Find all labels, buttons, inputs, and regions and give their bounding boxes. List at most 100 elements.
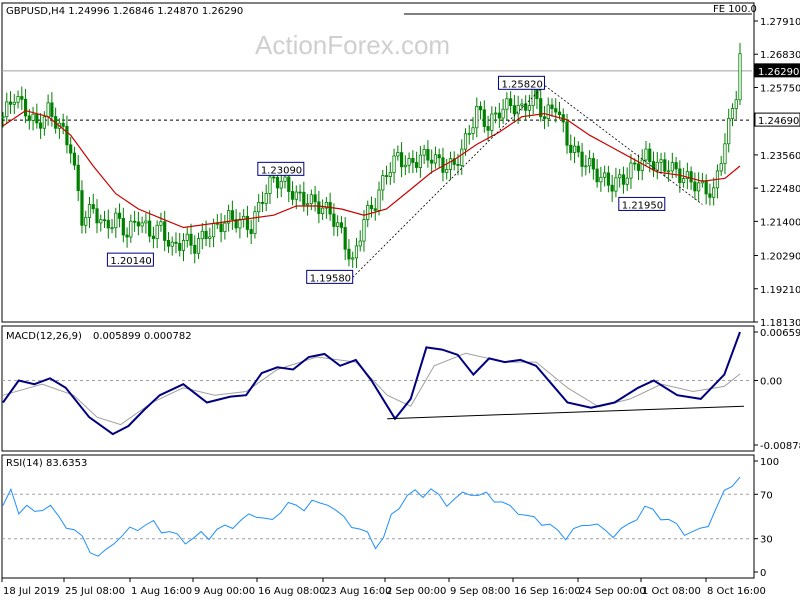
rsi-pane: 100 70 30 0 bbox=[1, 454, 779, 579]
candle-body bbox=[651, 161, 656, 171]
candle-body bbox=[584, 165, 588, 168]
candle-body bbox=[136, 221, 140, 227]
swing-label: 1.23090 bbox=[261, 165, 302, 176]
macd-values: 0.005899 0.000782 bbox=[93, 331, 192, 342]
candle-body bbox=[69, 144, 73, 154]
candle-body bbox=[114, 212, 118, 229]
candle-body bbox=[719, 163, 723, 172]
candle-body bbox=[129, 220, 133, 238]
candle-body bbox=[208, 236, 212, 239]
candle-body bbox=[369, 205, 374, 210]
candle-body bbox=[321, 207, 325, 214]
candle-body bbox=[354, 245, 359, 259]
candle-body bbox=[84, 217, 88, 226]
candle-body bbox=[347, 248, 351, 260]
candle-body bbox=[8, 101, 13, 105]
candle-body bbox=[144, 220, 148, 224]
chart: 1.27910 1.26830 1.25750 1.24690 1.23560 1.224… bbox=[1, 2, 800, 597]
candle-body bbox=[99, 219, 103, 224]
candle-body bbox=[223, 222, 227, 233]
time-tick-label: 16 Sep 16:00 bbox=[514, 586, 581, 597]
candle-body bbox=[422, 149, 426, 156]
time-tick-label: 9 Aug 00:00 bbox=[194, 586, 255, 597]
candle-body bbox=[738, 53, 742, 101]
candle-body bbox=[339, 222, 344, 228]
macd-tick-label: 0.00 bbox=[760, 376, 782, 387]
candle-body bbox=[520, 103, 524, 106]
candle-body bbox=[121, 218, 125, 236]
candle-body bbox=[501, 108, 505, 119]
candle-body bbox=[595, 168, 599, 183]
candle-body bbox=[204, 230, 208, 239]
candle-body bbox=[509, 98, 513, 107]
candle-body bbox=[426, 149, 430, 161]
candle-body bbox=[110, 227, 114, 230]
candle-body bbox=[467, 133, 471, 135]
macd-signal-line bbox=[2, 352, 741, 426]
candle-body bbox=[734, 99, 738, 109]
candle-body bbox=[415, 162, 419, 168]
candle-body bbox=[512, 105, 516, 115]
time-tick-label: 9 Sep 08:00 bbox=[450, 586, 510, 597]
candle-body bbox=[456, 164, 460, 166]
candle-body bbox=[599, 176, 603, 183]
candle-body bbox=[478, 105, 483, 111]
candle-body bbox=[505, 98, 509, 110]
time-axis: 18 Jul 2019 25 Jul 08:00 1 Aug 16:00 9 Aug … bbox=[1, 578, 766, 597]
candle-body bbox=[230, 210, 234, 220]
candle-body bbox=[253, 211, 257, 234]
chart-title: GBPUSD,H4 1.24996 1.26846 1.24870 1.2629… bbox=[6, 6, 243, 17]
candle-body bbox=[125, 234, 129, 238]
candle-body bbox=[264, 193, 268, 204]
candle-body bbox=[640, 159, 644, 171]
time-tick-label: 1 Aug 16:00 bbox=[131, 586, 192, 597]
candle-body bbox=[46, 102, 50, 118]
candle-body bbox=[193, 244, 197, 254]
candle-body bbox=[170, 241, 174, 247]
candle-body bbox=[384, 175, 389, 177]
candle-body bbox=[87, 204, 92, 218]
candle-body bbox=[257, 202, 261, 213]
candle-body bbox=[317, 201, 321, 214]
candle-body bbox=[697, 182, 701, 192]
time-tick-label: 2 Sep 00:00 bbox=[386, 586, 446, 597]
candle-body bbox=[50, 102, 54, 117]
macd-tick-label: 0.006598 bbox=[760, 328, 800, 339]
candle-body bbox=[16, 96, 20, 103]
candle-body bbox=[377, 189, 381, 211]
macd-line bbox=[2, 331, 741, 436]
candle-body bbox=[392, 155, 396, 174]
candle-body bbox=[133, 220, 137, 223]
price-label: 1.26290 bbox=[758, 67, 799, 78]
candle-body bbox=[381, 175, 385, 191]
candle-body bbox=[181, 240, 186, 251]
candle-body bbox=[72, 152, 77, 166]
pane-frame-2 bbox=[1, 454, 755, 579]
candle-body bbox=[625, 177, 629, 185]
candle-body bbox=[178, 243, 182, 251]
candle-body bbox=[497, 112, 501, 119]
candle-body bbox=[373, 208, 377, 211]
candle-body bbox=[211, 222, 216, 238]
candle-body bbox=[569, 144, 573, 153]
candle-body bbox=[302, 191, 306, 206]
candle-body bbox=[260, 202, 265, 204]
candle-body bbox=[445, 168, 449, 173]
candle-body bbox=[249, 229, 253, 234]
candle-body bbox=[366, 205, 370, 220]
time-tick-label: 8 Oct 16:00 bbox=[707, 586, 766, 597]
candle-body bbox=[542, 116, 547, 119]
candle-body bbox=[689, 171, 693, 183]
candle-body bbox=[23, 98, 28, 117]
swing-label: 1.25820 bbox=[501, 79, 542, 90]
time-tick-label: 25 Jul 08:00 bbox=[65, 586, 125, 597]
price-tick-label: 1.22480 bbox=[760, 184, 800, 195]
candle-body bbox=[704, 180, 708, 195]
candle-body bbox=[42, 116, 46, 129]
candle-body bbox=[471, 127, 475, 134]
rsi-tick-label: 30 bbox=[760, 535, 773, 546]
candle-body bbox=[287, 176, 291, 192]
candle-body bbox=[482, 109, 486, 127]
candle-body bbox=[655, 161, 659, 171]
candle-body bbox=[399, 152, 404, 168]
